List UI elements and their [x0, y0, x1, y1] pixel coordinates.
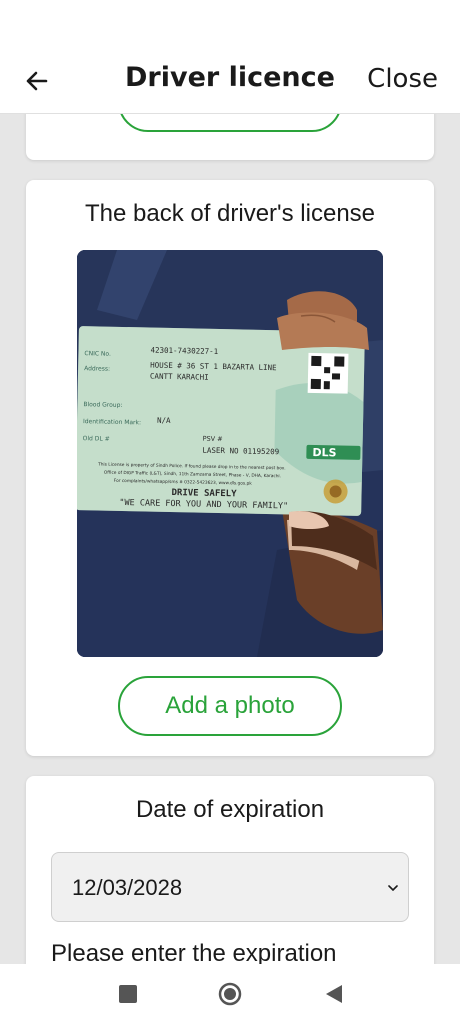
add-front-photo-button[interactable]: Add a photo [118, 114, 342, 132]
address-line-2: CANTT KARACHI [150, 372, 209, 382]
psv-label: PSV # [203, 435, 223, 443]
system-back-button[interactable] [322, 982, 346, 1006]
address-label: Address: [84, 365, 110, 373]
triangle-back-icon [326, 985, 342, 1003]
back-card-title: The back of driver's license [84, 200, 376, 227]
system-navigation-bar [0, 964, 460, 1024]
front-photo-card: Add a photo [26, 114, 434, 160]
old-dl-label: Old DL # [83, 435, 110, 443]
recent-apps-button[interactable] [116, 982, 140, 1006]
scroll-content[interactable]: Add a photo The back of driver's license [0, 114, 460, 964]
cnic-value: 42301-7430227-1 [150, 346, 218, 356]
status-bar [0, 0, 460, 50]
chevron-down-icon [388, 885, 398, 891]
expiration-title: Date of expiration [135, 796, 325, 823]
app-header: Driver licence Close [0, 50, 460, 114]
expiration-date-value: 12/03/2028 [72, 875, 183, 900]
close-button[interactable]: Close [367, 64, 438, 94]
expiration-date-select[interactable]: 12/03/2028 [51, 852, 409, 922]
slogan-drive-safely: DRIVE SAFELY [171, 488, 237, 499]
back-photo-card: The back of driver's license DLS CNIC No… [26, 180, 434, 756]
expiration-helper-text: Please enter the expiration [51, 940, 337, 964]
blood-group-label: Blood Group: [83, 401, 122, 409]
home-circle-icon [218, 982, 242, 1006]
laser-number: LASER NO 01195209 [202, 446, 279, 457]
expiration-card: Date of expiration 12/03/2028 Please ent… [26, 776, 434, 964]
identification-value: N/A [157, 416, 171, 425]
cnic-label: CNIC No. [84, 350, 111, 358]
square-icon [119, 985, 137, 1003]
license-back-photo: DLS CNIC No. 42301-7430227-1 Address: HO… [77, 250, 383, 657]
add-back-photo-button[interactable]: Add a photo [118, 676, 342, 736]
dls-logo: DLS [312, 446, 336, 460]
identification-label: Identification Mark: [83, 418, 141, 426]
home-button[interactable] [218, 982, 242, 1006]
